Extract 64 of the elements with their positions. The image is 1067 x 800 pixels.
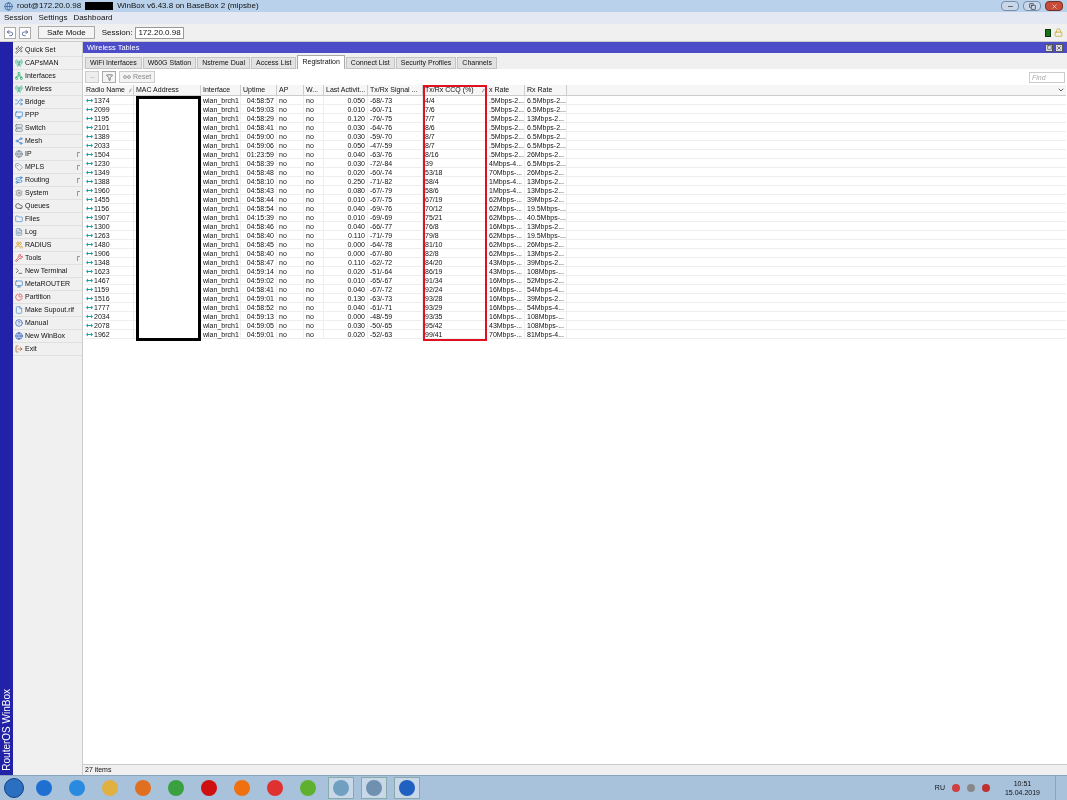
users-icon <box>15 241 23 249</box>
switch-icon <box>15 124 23 132</box>
wand-icon <box>15 46 23 54</box>
help-icon <box>15 319 23 327</box>
taskbar-app-button[interactable] <box>328 777 354 799</box>
minimize-button[interactable] <box>1001 1 1019 11</box>
window-title: root@172.20.0.98 <box>17 0 82 12</box>
redaction-box <box>85 2 114 10</box>
menu-item[interactable]: Settings <box>38 12 68 24</box>
antenna-icon <box>15 85 23 93</box>
window-title: WinBox v6.43.8 on BaseBox 2 (mipsbe) <box>117 0 259 12</box>
filter-icon <box>105 73 113 81</box>
document-icon <box>15 228 23 236</box>
lock-icon <box>1054 28 1063 37</box>
wrench-icon <box>15 254 23 262</box>
counter-icon <box>123 75 131 79</box>
tag-icon <box>15 163 23 171</box>
close-icon <box>1050 2 1058 10</box>
nodes-icon <box>15 137 23 145</box>
globe-icon <box>15 150 23 158</box>
route-icon <box>15 176 23 184</box>
redo-icon <box>21 28 29 37</box>
remove-button[interactable] <box>85 71 99 83</box>
file-icon <box>15 306 23 314</box>
folder-icon <box>15 215 23 223</box>
filter-button[interactable] <box>102 71 116 83</box>
session-field[interactable]: 172.20.0.98 <box>135 26 184 39</box>
dropdown-icon <box>1057 86 1065 94</box>
submenu-arrow-icon <box>77 190 80 196</box>
monitor-icon <box>15 280 23 288</box>
submenu-arrow-icon <box>77 164 80 170</box>
submenu-arrow-icon <box>77 177 80 183</box>
antenna-icon <box>15 59 23 67</box>
menu-item[interactable]: Session <box>4 12 33 24</box>
restore-icon <box>1028 2 1036 10</box>
bridge-icon <box>15 98 23 106</box>
gear-icon <box>15 189 23 197</box>
globe-icon <box>15 332 23 340</box>
restore-button[interactable] <box>1023 1 1041 11</box>
restore-button[interactable] <box>1045 43 1053 52</box>
submenu-arrow-icon <box>77 151 80 157</box>
computer-icon <box>15 111 23 119</box>
brand-label: RouterOS WinBox <box>1 689 12 771</box>
status-indicator <box>1045 28 1051 37</box>
exit-icon <box>15 345 23 353</box>
start-button[interactable] <box>4 778 24 798</box>
restore-icon <box>1046 45 1052 50</box>
close-icon <box>1056 44 1062 51</box>
pie-chart-icon <box>15 293 23 301</box>
undo-button[interactable] <box>4 26 16 39</box>
terminal-icon <box>15 267 23 275</box>
cloud-icon <box>15 202 23 210</box>
submenu-arrow-icon <box>77 255 80 261</box>
close-button[interactable] <box>1055 43 1063 52</box>
redo-button[interactable] <box>19 26 31 39</box>
undo-icon <box>6 28 14 37</box>
close-button[interactable] <box>1045 1 1063 11</box>
taskbar-app-button[interactable] <box>394 777 420 799</box>
app-icon <box>4 1 13 11</box>
safe-mode-button[interactable]: Safe Mode <box>38 26 95 39</box>
menu-item[interactable]: Dashboard <box>73 12 113 24</box>
taskbar-app-button[interactable] <box>361 777 387 799</box>
session-label: Session: <box>101 26 133 39</box>
network-icon <box>15 72 23 80</box>
